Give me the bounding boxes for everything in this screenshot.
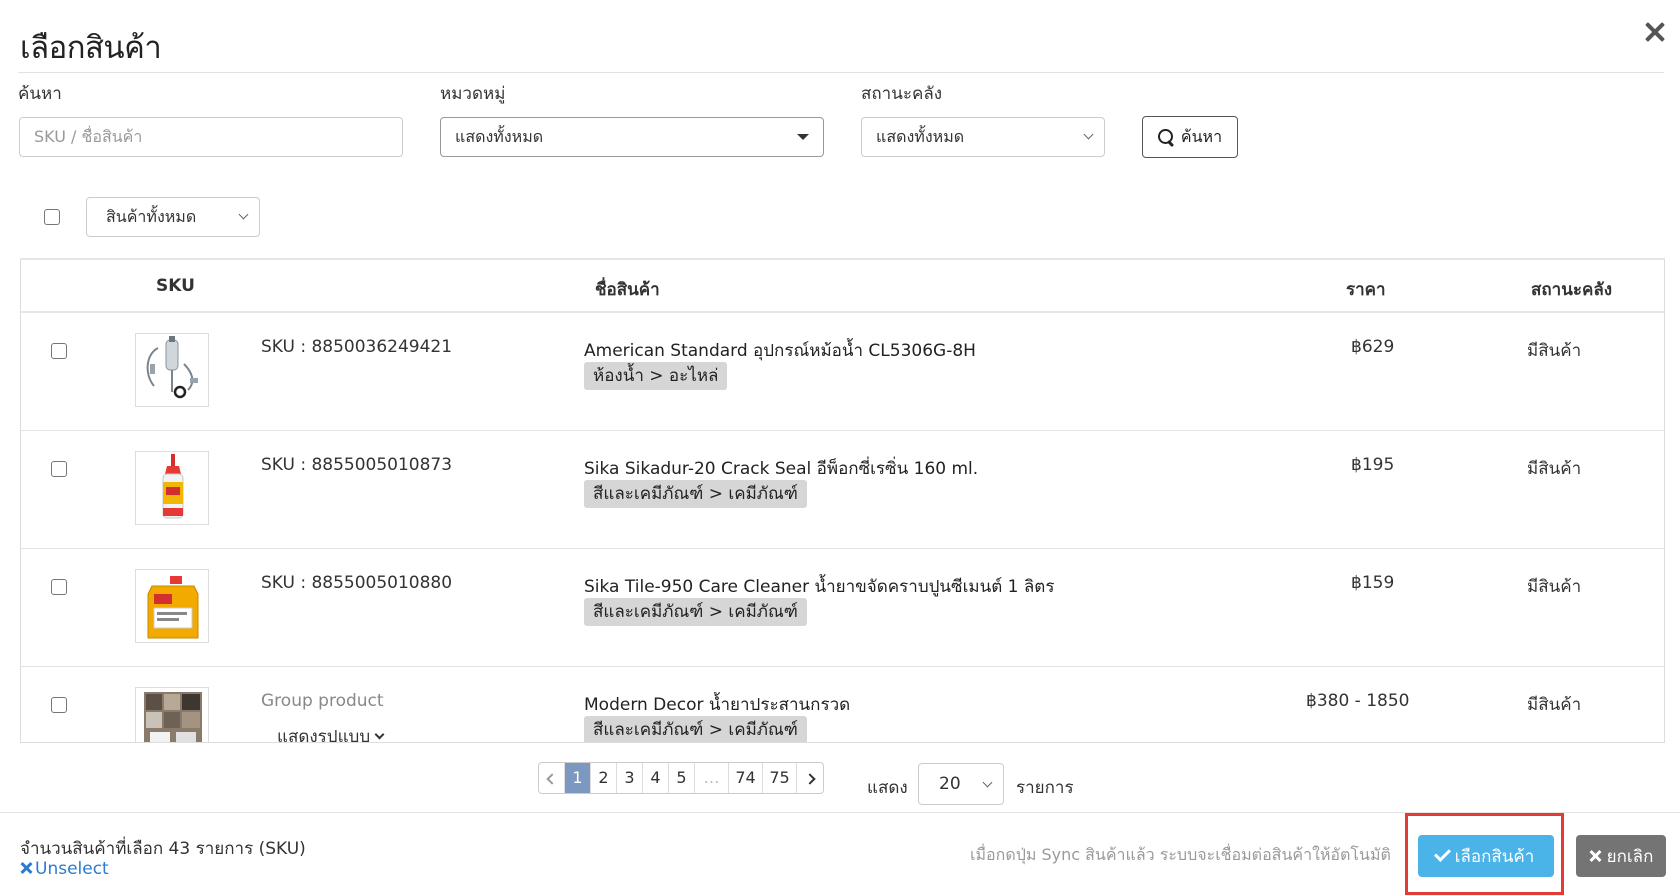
row-sku: Group product — [261, 691, 384, 711]
category-select[interactable]: แสดงทั้งหมด — [440, 117, 824, 157]
category-label: หมวดหมู่ — [440, 84, 506, 104]
row-price: ฿159 — [1351, 573, 1395, 593]
items-label: รายการ — [1016, 778, 1074, 798]
product-thumbnail — [135, 451, 209, 525]
page-5[interactable]: 5 — [669, 763, 695, 793]
chevron-down-icon — [1083, 129, 1094, 140]
x-icon — [1589, 850, 1601, 862]
row-category-tag: สีและเคมีภัณฑ์ > เคมีภัณฑ์ — [584, 598, 807, 626]
row-product-name: Modern Decor น้ำยาประสานกรวด — [584, 695, 851, 715]
header-stock: สถานะคลัง — [1531, 280, 1613, 300]
row-checkbox[interactable] — [51, 461, 67, 477]
row-checkbox[interactable] — [51, 343, 67, 359]
title-divider — [18, 72, 1664, 73]
close-icon[interactable] — [1640, 18, 1670, 48]
row-product-name: Sika Sikadur-20 Crack Seal อีพ็อกซี่เรซิ… — [584, 459, 979, 479]
per-page-value: 20 — [939, 774, 961, 794]
page-ellipsis: … — [695, 763, 729, 793]
unselect-link[interactable]: Unselect — [20, 859, 109, 879]
page-2[interactable]: 2 — [591, 763, 617, 793]
stock-select[interactable]: แสดงทั้งหมด — [861, 117, 1105, 157]
product-filter-select[interactable]: สินค้าทั้งหมด — [86, 197, 260, 237]
row-category-tag: ห้องน้ำ > อะไหล่ — [584, 362, 728, 390]
row-category-tag: สีและเคมีภัณฑ์ > เคมีภัณฑ์ — [584, 480, 807, 508]
magnifier-icon — [1157, 128, 1175, 146]
row-price: ฿380 - 1850 — [1306, 691, 1410, 711]
table-row[interactable]: SKU : 8855005010873 Sika Sikadur-20 Crac… — [21, 431, 1664, 549]
chevron-down-icon — [982, 777, 993, 788]
search-button[interactable]: ค้นหา — [1142, 116, 1238, 158]
select-products-label: เลือกสินค้า — [1454, 846, 1535, 867]
page-75[interactable]: 75 — [763, 763, 797, 793]
row-stock-status: มีสินค้า — [1527, 341, 1582, 361]
chevron-down-icon — [374, 729, 385, 740]
next-page-button[interactable] — [797, 763, 823, 793]
row-checkbox[interactable] — [51, 579, 67, 595]
product-thumbnail — [135, 687, 209, 742]
sync-hint: เมื่อกดปุ่ม Sync สินค้าแล้ว ระบบจะเชื่อม… — [970, 845, 1391, 864]
show-variants-link[interactable]: แสดงรูปแบบ — [277, 723, 385, 743]
show-variants-label: แสดงรูปแบบ — [277, 727, 371, 743]
page-4[interactable]: 4 — [643, 763, 669, 793]
product-thumbnail — [135, 333, 209, 407]
product-table: SKU ชื่อสินค้า ราคา สถานะคลัง SKU : 8850… — [20, 258, 1665, 743]
table-row[interactable]: SKU : 8850036249421 American Standard อุ… — [21, 313, 1664, 431]
header-name: ชื่อสินค้า — [595, 280, 660, 300]
row-sku: SKU : 8855005010873 — [261, 455, 453, 475]
search-input[interactable]: SKU / ชื่อสินค้า — [19, 117, 403, 157]
search-label: ค้นหา — [18, 84, 62, 104]
row-product-name: Sika Tile-950 Care Cleaner น้ำยาขจัดคราบ… — [584, 577, 1055, 597]
row-stock-status: มีสินค้า — [1527, 577, 1582, 597]
unselect-label: Unselect — [35, 859, 109, 879]
check-icon — [1433, 844, 1451, 862]
page-1[interactable]: 1 — [565, 763, 591, 793]
row-category-tag: สีและเคมีภัณฑ์ > เคมีภัณฑ์ — [584, 716, 807, 742]
stock-label: สถานะคลัง — [861, 84, 943, 104]
row-sku: SKU : 8855005010880 — [261, 573, 453, 593]
search-button-label: ค้นหา — [1180, 126, 1223, 146]
row-stock-status: มีสินค้า — [1527, 695, 1582, 715]
header-price: ราคา — [1346, 280, 1386, 300]
cancel-button[interactable]: ยกเลิก — [1576, 835, 1666, 877]
selected-count: จำนวนสินค้าที่เลือก 43 รายการ (SKU) — [20, 839, 306, 859]
modal-title: เลือกสินค้า — [20, 30, 162, 66]
stock-select-value: แสดงทั้งหมด — [876, 127, 965, 146]
select-all-checkbox[interactable] — [44, 209, 60, 225]
x-icon — [20, 862, 32, 874]
header-sku: SKU — [156, 276, 195, 296]
category-select-value: แสดงทั้งหมด — [455, 127, 544, 146]
cancel-label: ยกเลิก — [1606, 846, 1654, 867]
row-sku: SKU : 8850036249421 — [261, 337, 453, 357]
modal-footer: จำนวนสินค้าที่เลือก 43 รายการ (SKU) Unse… — [0, 812, 1680, 896]
caret-down-icon — [797, 134, 809, 140]
row-stock-status: มีสินค้า — [1527, 459, 1582, 479]
table-row[interactable]: SKU : 8855005010880 Sika Tile-950 Care C… — [21, 549, 1664, 667]
page-3[interactable]: 3 — [617, 763, 643, 793]
table-row[interactable]: Group product แสดงรูปแบบ Modern Decor น้… — [21, 667, 1664, 743]
product-filter-value: สินค้าทั้งหมด — [106, 207, 197, 226]
chevron-right-icon — [804, 773, 816, 785]
per-page-label: แสดง — [867, 778, 908, 798]
select-products-button[interactable]: เลือกสินค้า — [1418, 835, 1554, 877]
chevron-down-icon — [238, 209, 249, 220]
product-thumbnail — [135, 569, 209, 643]
per-page-select[interactable]: 20 — [918, 763, 1004, 805]
row-product-name: American Standard อุปกรณ์หม้อน้ำ CL5306G… — [584, 341, 976, 361]
row-price: ฿629 — [1351, 337, 1395, 357]
prev-page-button[interactable] — [539, 763, 565, 793]
row-price: ฿195 — [1351, 455, 1395, 475]
page-74[interactable]: 74 — [729, 763, 763, 793]
pagination: 1 2 3 4 5 … 74 75 — [538, 762, 824, 794]
chevron-left-icon — [545, 773, 558, 785]
row-checkbox[interactable] — [51, 697, 67, 713]
